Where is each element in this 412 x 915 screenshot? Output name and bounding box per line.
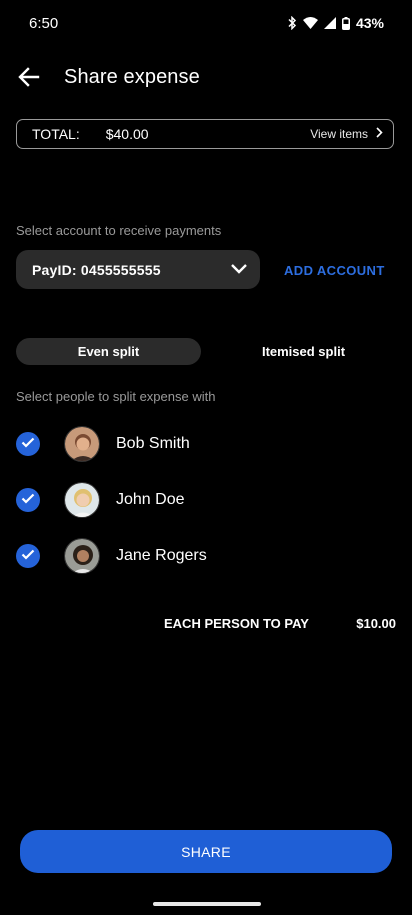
person-checkbox[interactable] (16, 432, 40, 456)
avatar (64, 538, 100, 574)
tab-even-split[interactable]: Even split (16, 338, 201, 365)
chevron-right-icon (376, 127, 383, 141)
person-name: Bob Smith (116, 435, 190, 452)
account-dropdown[interactable]: PayID: 0455555555 (16, 250, 260, 289)
view-items-link[interactable]: View items (310, 127, 383, 141)
home-indicator[interactable] (153, 902, 261, 906)
status-time: 6:50 (29, 15, 59, 32)
battery-icon (341, 16, 350, 30)
person-name: John Doe (116, 491, 185, 508)
page-title: Share expense (64, 66, 200, 88)
total-amount: $40.00 (105, 126, 149, 142)
person-checkbox[interactable] (16, 544, 40, 568)
person-row-bob-smith: Bob Smith (16, 426, 396, 462)
chevron-down-icon (230, 261, 248, 279)
checkmark-icon (21, 491, 35, 509)
person-row-john-doe: John Doe (16, 482, 396, 518)
total-card: TOTAL: $40.00 View items (16, 119, 394, 149)
each-person-label: EACH PERSON TO PAY (164, 616, 309, 631)
total-label: TOTAL: (32, 126, 80, 142)
add-account-button[interactable]: ADD ACCOUNT (284, 263, 385, 278)
person-checkbox[interactable] (16, 488, 40, 512)
account-selected-value: PayID: 0455555555 (32, 261, 161, 278)
checkmark-icon (21, 435, 35, 453)
account-section-label: Select account to receive payments (16, 223, 222, 238)
cellular-signal-icon (323, 17, 336, 29)
back-button[interactable] (16, 66, 42, 92)
person-row-jane-rogers: Jane Rogers (16, 538, 396, 574)
share-button[interactable]: SHARE (20, 830, 392, 873)
tab-itemised-split[interactable]: Itemised split (211, 338, 396, 365)
people-section-label: Select people to split expense with (16, 389, 216, 404)
status-icons: 43% (287, 15, 384, 31)
split-mode-toggle: Even split Itemised split (16, 338, 396, 365)
back-arrow-icon (18, 66, 40, 92)
bluetooth-icon (287, 16, 297, 30)
avatar (64, 482, 100, 518)
checkmark-icon (21, 547, 35, 565)
each-person-amount: $10.00 (356, 616, 396, 631)
person-name: Jane Rogers (116, 547, 207, 564)
battery-percent: 43% (355, 15, 384, 31)
wifi-icon (302, 17, 318, 29)
view-items-label: View items (310, 127, 368, 141)
avatar (64, 426, 100, 462)
